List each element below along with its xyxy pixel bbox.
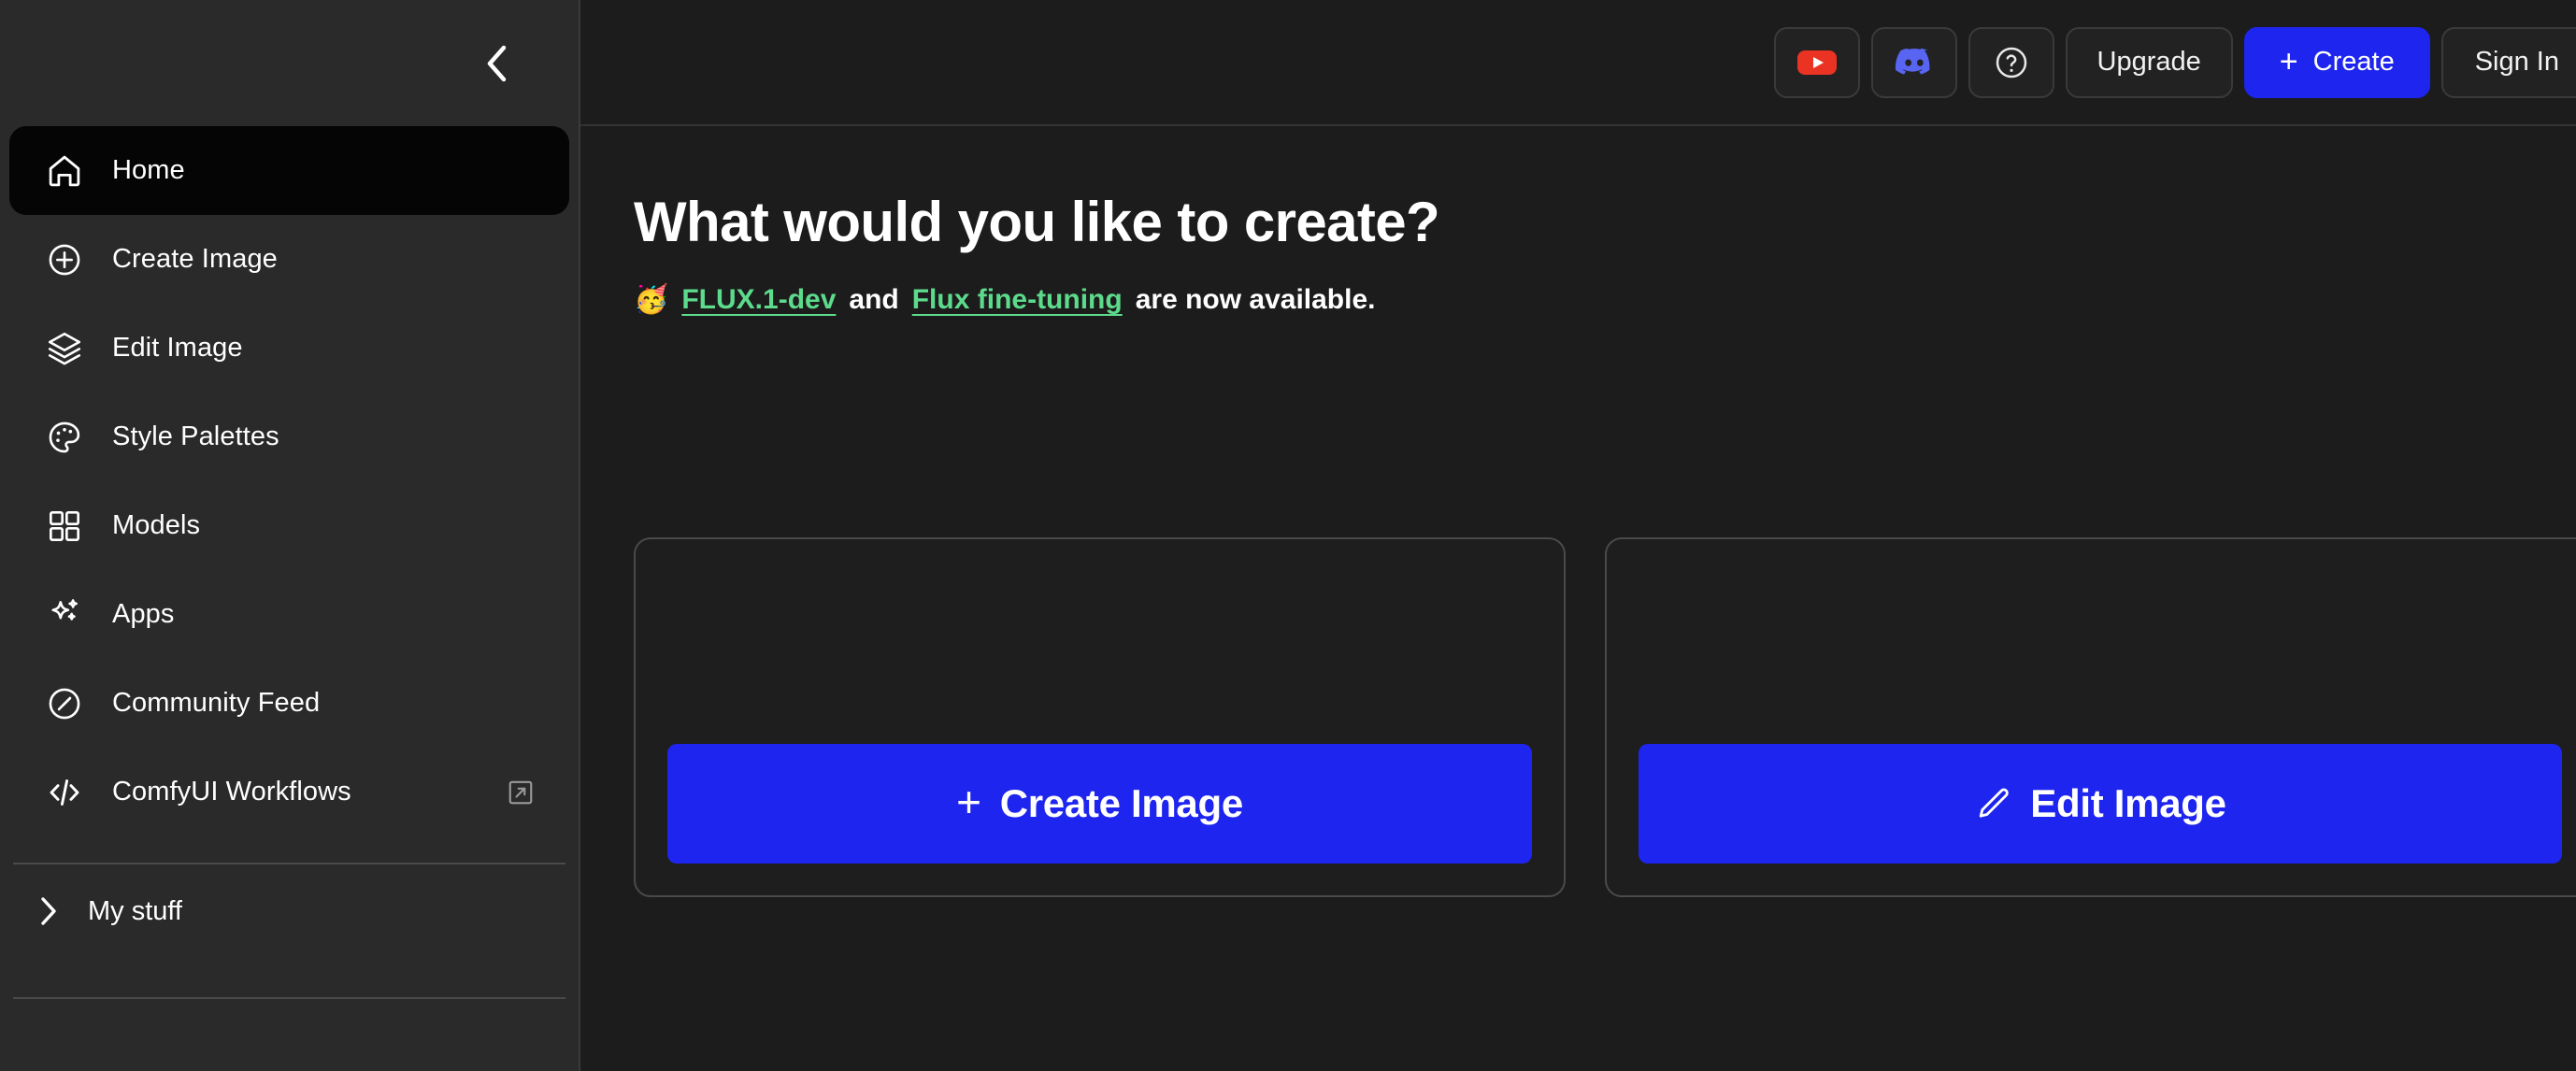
upgrade-button[interactable]: Upgrade bbox=[2065, 26, 2233, 98]
sidebar-item-label: Community Feed bbox=[112, 688, 321, 718]
sparkle-icon bbox=[43, 593, 86, 636]
announcement-banner: 🥳 FLUX.1-dev and Flux fine-tuning are no… bbox=[634, 284, 2576, 316]
create-button-label: Create bbox=[2312, 47, 2395, 77]
sidebar-item-label: Models bbox=[112, 510, 201, 540]
create-image-card-button[interactable]: + Create Image bbox=[667, 744, 1532, 864]
sidebar-item-apps[interactable]: Apps bbox=[9, 570, 569, 659]
plus-circle-icon bbox=[43, 238, 86, 281]
announcement-tail: are now available. bbox=[1135, 284, 1376, 315]
flux-fine-tuning-link[interactable]: Flux fine-tuning bbox=[912, 284, 1123, 316]
announcement-conjunction: and bbox=[849, 284, 899, 315]
home-icon bbox=[43, 150, 86, 193]
flux-dev-link[interactable]: FLUX.1-dev bbox=[681, 284, 836, 316]
chevron-left-icon[interactable] bbox=[472, 38, 522, 89]
sidebar-item-label: Create Image bbox=[112, 244, 278, 274]
plus-icon: + bbox=[2279, 43, 2298, 79]
sidebar-group-label: My stuff bbox=[88, 895, 182, 926]
code-icon bbox=[43, 771, 86, 814]
edit-image-card-button[interactable]: Edit Image bbox=[1639, 744, 2562, 864]
sidebar-item-label: Home bbox=[112, 155, 185, 185]
layers-icon bbox=[43, 327, 86, 370]
sidebar-item-style-palettes[interactable]: Style Palettes bbox=[9, 393, 569, 481]
sidebar-item-comfyui-workflows[interactable]: ComfyUI Workflows bbox=[9, 748, 569, 836]
sidebar-item-home[interactable]: Home bbox=[9, 126, 569, 215]
action-cards: + Create Image Edit Image bbox=[634, 537, 2576, 897]
main-area: Upgrade + Create Sign In What would you … bbox=[580, 0, 2576, 1071]
sidebar-item-label: Style Palettes bbox=[112, 421, 279, 451]
sidebar-item-label: Edit Image bbox=[112, 333, 243, 363]
sign-in-button[interactable]: Sign In bbox=[2440, 26, 2576, 98]
edit-image-card-label: Edit Image bbox=[2030, 781, 2226, 825]
create-image-card-label: Create Image bbox=[999, 781, 1244, 825]
pencil-icon bbox=[1974, 785, 2011, 822]
external-link-icon bbox=[506, 778, 536, 807]
content-area: What would you like to create? 🥳 FLUX.1-… bbox=[580, 126, 2576, 1071]
sidebar-item-label: ComfyUI Workflows bbox=[112, 777, 351, 807]
sidebar-nav: Home Create Image Edit Image Style Palet… bbox=[0, 126, 579, 836]
chevron-right-icon bbox=[32, 894, 65, 928]
sidebar-item-create-image[interactable]: Create Image bbox=[9, 215, 569, 304]
party-face-emoji: 🥳 bbox=[634, 284, 669, 315]
sidebar-group-my-stuff[interactable]: My stuff bbox=[0, 864, 579, 958]
youtube-icon[interactable] bbox=[1773, 26, 1860, 98]
create-image-card[interactable]: + Create Image bbox=[634, 537, 1566, 897]
plus-icon: + bbox=[956, 778, 981, 826]
edit-image-card[interactable]: Edit Image bbox=[1605, 537, 2576, 897]
help-circle-icon[interactable] bbox=[1968, 26, 2054, 98]
sidebar-item-label: Apps bbox=[112, 599, 175, 629]
sidebar: Home Create Image Edit Image Style Palet… bbox=[0, 0, 580, 1071]
sidebar-divider-bottom bbox=[13, 997, 565, 999]
palette-icon bbox=[43, 416, 86, 459]
discord-icon[interactable] bbox=[1870, 26, 1957, 98]
sidebar-item-community-feed[interactable]: Community Feed bbox=[9, 659, 569, 748]
compass-icon bbox=[43, 682, 86, 725]
sidebar-item-edit-image[interactable]: Edit Image bbox=[9, 304, 569, 393]
app-root: Home Create Image Edit Image Style Palet… bbox=[0, 0, 2576, 1071]
page-title: What would you like to create? bbox=[634, 191, 1440, 253]
sidebar-header bbox=[0, 0, 579, 126]
top-toolbar: Upgrade + Create Sign In bbox=[580, 0, 2576, 126]
grid-icon bbox=[43, 505, 86, 548]
sidebar-item-models[interactable]: Models bbox=[9, 481, 569, 570]
create-button[interactable]: + Create bbox=[2243, 26, 2430, 98]
